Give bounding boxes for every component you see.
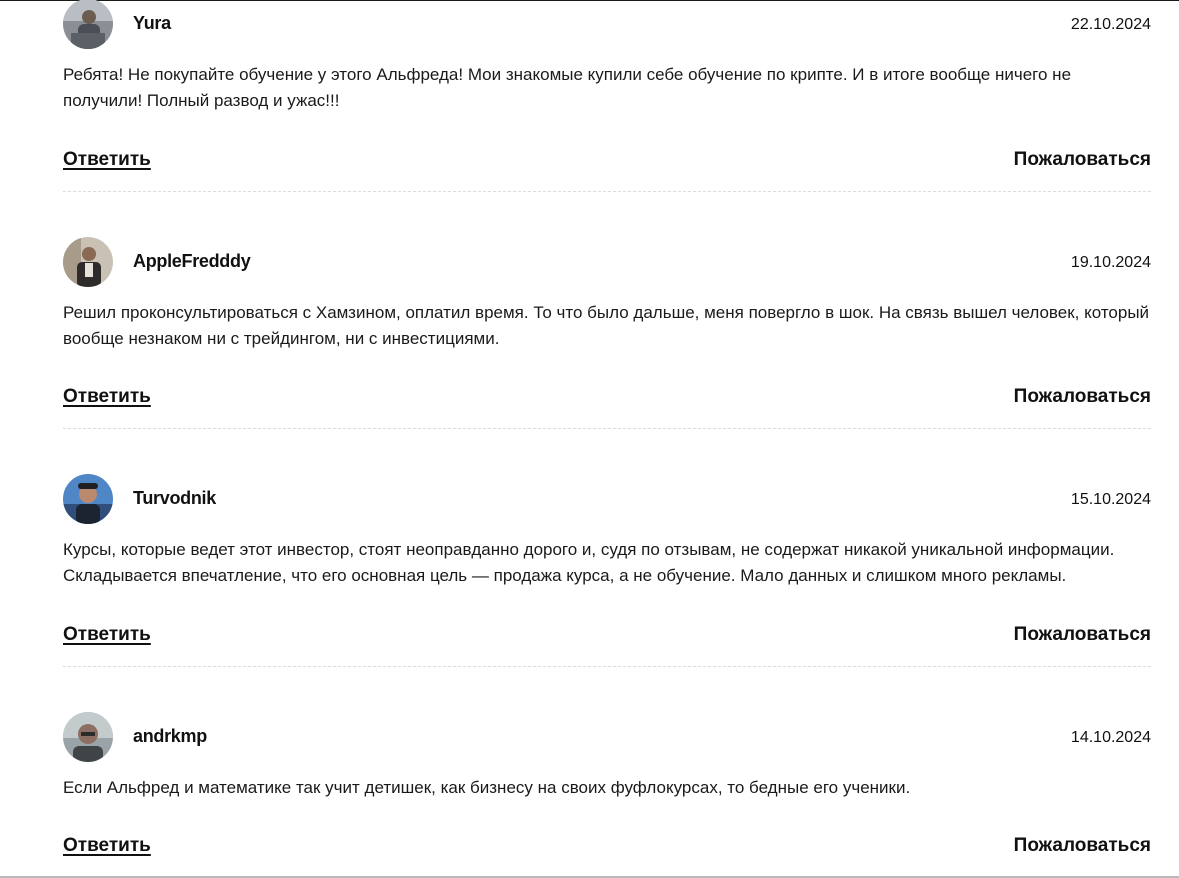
comment-text: Курсы, которые ведет этот инвестор, стоя… bbox=[63, 540, 1115, 585]
comment-text: Ребята! Не покупайте обучение у этого Ал… bbox=[63, 65, 1072, 110]
comment-divider bbox=[63, 428, 1151, 429]
comment-item: andrkmp 14.10.2024 Если Альфред и матема… bbox=[63, 712, 1151, 801]
comment-item: AppleFredddy 19.10.2024 Решил проконсуль… bbox=[63, 237, 1151, 352]
comment-date: 15.10.2024 bbox=[1070, 491, 1151, 508]
reply-button[interactable]: Ответить bbox=[63, 835, 151, 857]
comment-actions: Ответить Пожаловаться bbox=[63, 386, 1151, 410]
user-photo-icon bbox=[63, 237, 113, 287]
comment-actions: Ответить Пожаловаться bbox=[63, 624, 1151, 648]
reply-button[interactable]: Ответить bbox=[63, 624, 151, 646]
comment-date: 14.10.2024 bbox=[1070, 729, 1151, 746]
user-photo-icon bbox=[63, 0, 113, 49]
report-button[interactable]: Пожаловаться bbox=[1014, 624, 1151, 646]
report-button[interactable]: Пожаловаться bbox=[1014, 149, 1151, 171]
comment-header: andrkmp 14.10.2024 bbox=[63, 712, 1151, 762]
comment-item: Turvodnik 15.10.2024 Курсы, которые веде… bbox=[63, 474, 1151, 589]
comment-actions: Ответить Пожаловаться bbox=[63, 149, 1151, 173]
reply-button[interactable]: Ответить bbox=[63, 149, 151, 171]
comment-author: AppleFredddy bbox=[133, 251, 251, 271]
comment-date: 19.10.2024 bbox=[1070, 254, 1151, 271]
comment-author: andrkmp bbox=[133, 726, 207, 746]
comment-text: Решил проконсультироваться с Хамзином, о… bbox=[63, 303, 1150, 348]
user-photo-icon bbox=[63, 712, 113, 762]
comment-item: Yura 22.10.2024 Ребята! Не покупайте обу… bbox=[63, 0, 1151, 114]
user-photo-icon bbox=[63, 474, 113, 524]
comment-actions: Ответить Пожаловаться bbox=[63, 835, 1151, 859]
comment-divider bbox=[63, 191, 1151, 192]
avatar[interactable] bbox=[63, 237, 113, 287]
comment-author: Turvodnik bbox=[133, 488, 216, 508]
report-button[interactable]: Пожаловаться bbox=[1014, 835, 1151, 857]
comment-text: Если Альфред и математике так учит детиш… bbox=[63, 778, 911, 797]
avatar[interactable] bbox=[63, 712, 113, 762]
comment-author: Yura bbox=[133, 13, 171, 33]
comment-header: AppleFredddy 19.10.2024 bbox=[63, 237, 1151, 287]
comment-header: Yura 22.10.2024 bbox=[63, 0, 1151, 49]
comment-date: 22.10.2024 bbox=[1070, 16, 1151, 33]
report-button[interactable]: Пожаловаться bbox=[1014, 386, 1151, 408]
reply-button[interactable]: Ответить bbox=[63, 386, 151, 408]
avatar[interactable] bbox=[63, 474, 113, 524]
avatar[interactable] bbox=[63, 0, 113, 49]
comment-divider bbox=[63, 666, 1151, 667]
comment-header: Turvodnik 15.10.2024 bbox=[63, 474, 1151, 524]
